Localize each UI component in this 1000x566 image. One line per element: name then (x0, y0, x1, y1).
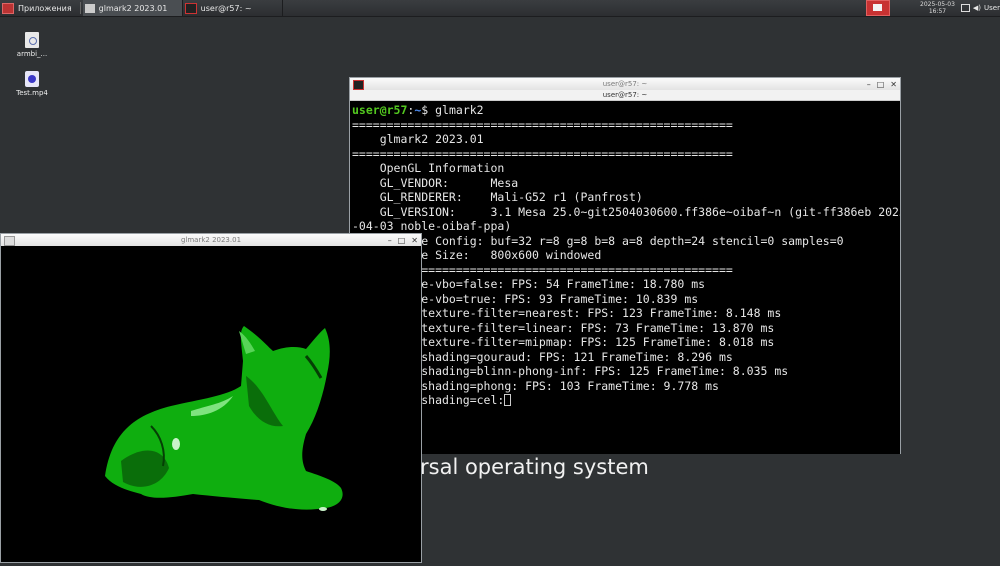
glmark2-titlebar[interactable]: glmark2 2023.01 – □ ✕ (1, 234, 421, 246)
cel-shaded-cat-model (105, 326, 343, 511)
terminal-line: [build] use-vbo=true: FPS: 93 FrameTime:… (352, 291, 699, 306)
terminal-line: [shading] shading=blinn-phong-inf: FPS: … (352, 364, 789, 378)
terminal-line: ========================================… (352, 262, 733, 277)
cat-paw-specular (319, 507, 327, 511)
applications-menu-label: Приложения (18, 3, 72, 13)
clock-date: 2025-05-03 (920, 1, 955, 8)
terminal-icon (184, 2, 197, 14)
clock[interactable]: 2025-05-03 16:57 (920, 1, 955, 15)
user-menu[interactable]: User (984, 4, 1000, 12)
desktop-icon-armbian-file[interactable]: armbi_... (12, 32, 52, 58)
file-icon (25, 32, 39, 48)
wallpaper-watermark-tagline: rsal operating system (420, 455, 649, 479)
taskbar-task-label: user@r57: ~ (200, 3, 252, 13)
screenshot-tray-icon[interactable] (866, 0, 891, 16)
maximize-icon[interactable]: □ (398, 236, 406, 245)
terminal-prompt-line: user@r57:~$ glmark2 (352, 103, 900, 118)
terminal-line: ========================================… (352, 146, 733, 161)
terminal-command: glmark2 (435, 103, 484, 117)
close-icon[interactable]: ✕ (890, 80, 897, 89)
video-file-icon (25, 71, 39, 87)
terminal-titlebar[interactable]: user@r57: ~ – □ ✕ (350, 78, 900, 90)
terminal-line: glmark2 2023.01 (352, 132, 484, 146)
maximize-icon[interactable]: □ (877, 80, 885, 89)
cat-model (105, 326, 343, 511)
prompt-user: user@r57 (352, 103, 408, 117)
terminal-line: [texture] texture-filter=nearest: FPS: 1… (352, 306, 782, 320)
terminal-line: Surface Size: 800x600 windowed (352, 248, 602, 262)
prompt-end: $ (421, 103, 436, 117)
terminal-line: ========================================… (352, 117, 733, 132)
minimize-icon[interactable]: – (867, 80, 871, 89)
volume-icon[interactable]: ◀) (973, 4, 981, 12)
terminal-line: -04-03 noble-oibaf-ppa) (352, 219, 512, 233)
taskbar-separator (79, 2, 81, 14)
terminal-header-title: user@r57: ~ (350, 90, 900, 101)
window-icon (84, 3, 95, 13)
desktop-icon-label: armbi_... (16, 50, 48, 58)
cat-specular (172, 438, 180, 450)
taskbar-task-terminal[interactable]: user@r57: ~ (183, 0, 283, 16)
window-app-icon (4, 236, 15, 246)
clock-time: 16:57 (928, 8, 947, 15)
glmark2-window[interactable]: glmark2 2023.01 – □ ✕ (0, 233, 422, 563)
glmark2-window-title: glmark2 2023.01 (180, 236, 242, 244)
apps-menu-icon (2, 2, 14, 14)
desktop-icon-test-mp4[interactable]: Test.mp4 (12, 71, 52, 97)
glmark2-render-canvas (1, 246, 421, 562)
terminal-line: [shading] shading=gouraud: FPS: 121 Fram… (352, 349, 733, 364)
terminal-line: OpenGL Information (352, 161, 505, 175)
terminal-line: [texture] texture-filter=linear: FPS: 73… (352, 320, 775, 335)
terminal-window[interactable]: user@r57: ~ – □ ✕ user@r57: ~ user@r57:~… (349, 77, 901, 454)
taskbar: Приложения glmark2 2023.01 user@r57: ~ 2… (0, 0, 1000, 17)
terminal-line: Surface Config: buf=32 r=8 g=8 b=8 a=8 d… (352, 233, 844, 248)
terminal-line: GL_RENDERER: Mali-G52 r1 (Panfrost) (352, 190, 643, 204)
terminal-line: GL_VENDOR: Mesa (352, 175, 519, 190)
terminal-line: [shading] shading=phong: FPS: 103 FrameT… (352, 378, 719, 393)
terminal-line: [texture] texture-filter=mipmap: FPS: 12… (352, 335, 775, 349)
terminal-cursor (504, 394, 512, 406)
taskbar-task-glmark2[interactable]: glmark2 2023.01 (82, 0, 183, 16)
minimize-icon[interactable]: – (388, 236, 392, 245)
applications-menu-button[interactable]: Приложения (0, 0, 78, 16)
terminal-output[interactable]: user@r57:~$ glmark2 ====================… (350, 101, 900, 454)
close-icon[interactable]: ✕ (411, 236, 418, 245)
desktop-icon-label: Test.mp4 (16, 89, 48, 97)
terminal-app-icon (353, 80, 364, 90)
terminal-window-title: user@r57: ~ (602, 80, 648, 88)
terminal-line: [build] use-vbo=false: FPS: 54 FrameTime… (352, 277, 706, 291)
display-icon[interactable] (960, 4, 970, 12)
terminal-line: GL_VERSION: 3.1 Mesa 25.0~git2504030600.… (352, 204, 900, 219)
terminal-last-line: [shading] shading=cel: (352, 393, 900, 408)
taskbar-task-label: glmark2 2023.01 (98, 3, 168, 13)
